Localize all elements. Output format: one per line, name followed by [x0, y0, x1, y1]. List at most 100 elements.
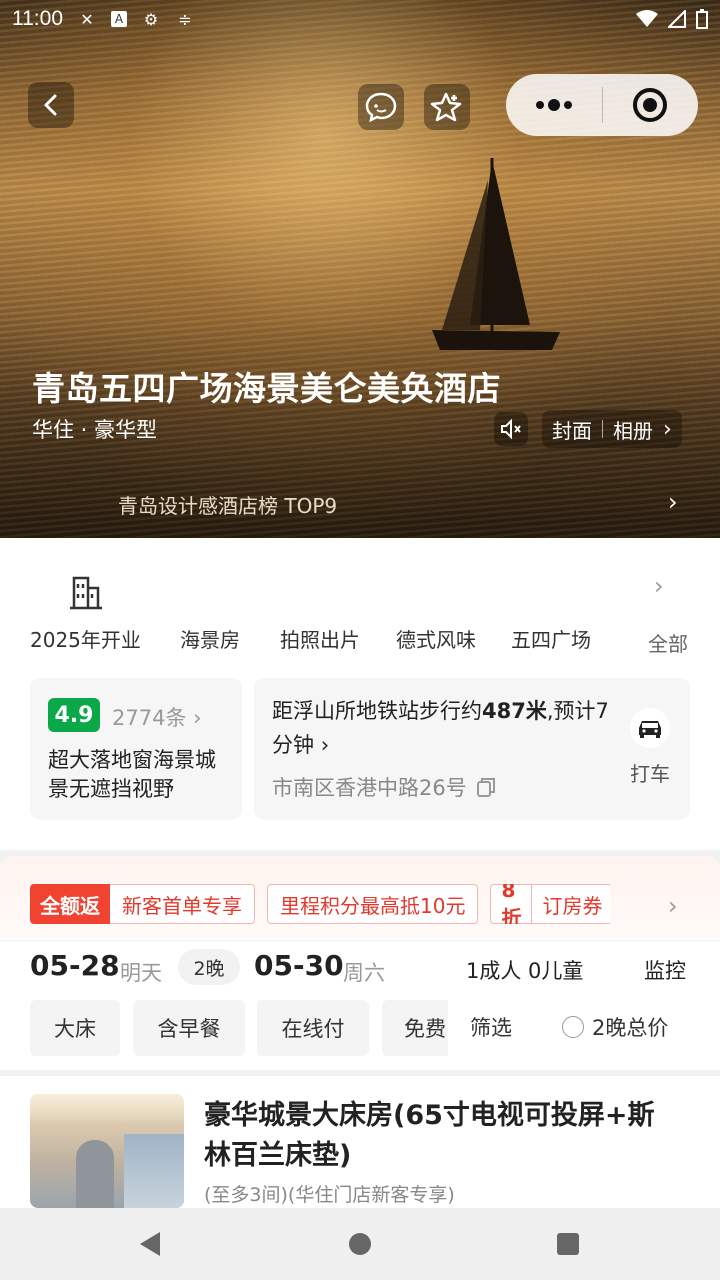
facility-tags: 2025年开业 海景房 拍照出片 德式风味 五四广场 全部 — [0, 624, 720, 657]
room-item[interactable]: 豪华城景大床房(65寸电视可投屏+斯林百兰床垫) (至多3间)(华住门店新客专享… — [0, 1076, 720, 1208]
status-bar: 11:00 ✕ A ⚙ ≑ — [0, 0, 720, 38]
chevron-right-icon[interactable]: › — [668, 892, 678, 920]
hotel-name: 青岛五四广场海景美仑美奂酒店 — [32, 369, 501, 408]
full-return-label: 全额返 — [30, 884, 110, 924]
filter-chip[interactable]: 含早餐 — [133, 1000, 245, 1056]
cover-tab[interactable]: 封面 — [552, 415, 592, 444]
discount-promo[interactable]: 8折 订房券 — [490, 884, 611, 924]
room-filters: 大床 含早餐 在线付 免费 筛选 2晚总价 — [0, 1000, 720, 1060]
font-icon: A — [111, 11, 127, 27]
media-tabs: 封面 相册 › — [542, 410, 682, 448]
media-controls: 封面 相册 › — [494, 410, 682, 448]
nav-recents-icon[interactable] — [557, 1233, 579, 1255]
checkout-date[interactable]: 05-30 — [254, 949, 344, 982]
filter-chip[interactable]: 在线付 — [257, 1000, 369, 1056]
signal-icon — [668, 10, 686, 28]
facility-tag[interactable]: 2025年开业 — [30, 624, 141, 653]
taxi-button[interactable]: 打车 — [624, 708, 676, 787]
mini-program-capsule — [506, 74, 698, 136]
hotel-brand-type: 华住 · 豪华型 — [32, 418, 158, 442]
rating-score: 4.9 — [48, 698, 100, 732]
hotel-info-card: › 2025年开业 海景房 拍照出片 德式风味 五四广场 全部 4.9 2774… — [0, 538, 720, 850]
full-return-text: 新客首单专享 — [110, 884, 255, 924]
checkout-day: 周六 — [343, 961, 385, 985]
chevron-right-icon: › — [668, 488, 678, 516]
checkin-date[interactable]: 05-28 — [30, 949, 120, 982]
full-return-promo[interactable]: 全额返 新客首单专享 — [30, 884, 255, 924]
bug-icon: ✕ — [80, 9, 94, 29]
status-time: 11:00 — [12, 7, 63, 30]
room-title: 豪华城景大床房(65寸电视可投屏+斯林百兰床垫) — [204, 1100, 655, 1171]
facility-tag[interactable]: 德式风味 — [396, 624, 476, 653]
facility-tag[interactable]: 海景房 — [180, 624, 240, 653]
booking-panel: 全额返 新客首单专享 里程积分最高抵10元 8折 订房券 › 05-28 明天 … — [0, 856, 720, 1070]
nav-home-icon[interactable] — [349, 1233, 371, 1255]
address-text: 市南区香港中路26号 — [272, 776, 467, 800]
chat-icon — [365, 92, 397, 123]
taxi-label: 打车 — [630, 762, 670, 786]
price-monitor-button[interactable]: 监控 — [644, 955, 686, 985]
back-button[interactable] — [28, 82, 74, 128]
chevron-right-icon[interactable]: › — [654, 572, 664, 600]
review-count: 2774条 › — [112, 702, 202, 732]
facility-all[interactable]: 全部 — [648, 628, 688, 657]
copy-icon[interactable] — [475, 776, 497, 798]
checkin-day: 明天 — [120, 961, 162, 985]
filter-chip[interactable]: 大床 — [30, 1000, 120, 1056]
metro-distance: 距浮山所地铁站步行约487米,预计7分钟 › — [272, 694, 610, 762]
total-price-label: 2晚总价 — [592, 1016, 669, 1040]
points-promo[interactable]: 里程积分最高抵10元 — [267, 884, 479, 924]
chevron-right-icon: › — [193, 706, 202, 730]
promo-tags[interactable]: 全额返 新客首单专享 里程积分最高抵10元 8折 订房券 — [30, 884, 611, 924]
radio-icon — [562, 1016, 584, 1038]
room-photo-window — [124, 1134, 184, 1208]
distance-value: 487米 — [482, 699, 547, 723]
chevron-right-icon: › — [320, 733, 330, 757]
media-tab-divider — [602, 420, 603, 438]
room-photo[interactable] — [30, 1094, 184, 1208]
ranking-link[interactable]: 青岛设计感酒店榜 TOP9 — [118, 490, 337, 519]
guest-selector[interactable]: 1成人 0儿童 — [466, 955, 583, 985]
room-photo-light — [30, 1094, 184, 1124]
nav-back-icon[interactable] — [138, 1230, 162, 1258]
total-price-toggle[interactable]: 2晚总价 — [562, 1012, 668, 1042]
battery-icon — [696, 9, 708, 29]
system-nav-bar — [0, 1208, 720, 1280]
date-selector[interactable]: 05-28 明天 2晚 05-30 周六 1成人 0儿童 监控 — [0, 940, 720, 996]
target-close-icon — [633, 88, 668, 122]
speaker-muted-icon — [501, 418, 521, 440]
star-add-icon — [430, 92, 462, 122]
favorite-button[interactable] — [424, 84, 470, 130]
chat-button[interactable] — [358, 84, 404, 130]
room-photo-wall — [76, 1140, 114, 1208]
filter-button[interactable]: 筛选 — [470, 1012, 512, 1042]
review-count-text: 2774条 — [112, 706, 187, 730]
album-tab[interactable]: 相册 — [613, 415, 653, 444]
discount-text: 订房券 — [532, 884, 611, 924]
taxi-icon-wrap — [630, 708, 670, 748]
data-saver-icon: ≑ — [178, 9, 192, 29]
rating-highlight: 超大落地窗海景城景无遮挡视野 — [48, 748, 216, 801]
chevron-right-icon: › — [663, 416, 672, 442]
nights-badge: 2晚 — [178, 949, 240, 985]
car-icon — [639, 721, 661, 738]
more-dots-icon — [535, 99, 572, 111]
hero-banner[interactable]: 11:00 ✕ A ⚙ ≑ 青岛五四广场海景美仑美奂酒店 华住 · 豪华型 封面… — [0, 0, 720, 540]
wifi-icon — [636, 10, 658, 27]
discount-label: 8折 — [490, 884, 533, 924]
rating-card[interactable]: 4.9 2774条 › 超大落地窗海景城景无遮挡视野 — [30, 678, 242, 820]
hotel-address: 市南区香港中路26号 — [272, 772, 497, 802]
sailboat-image — [432, 158, 560, 350]
facility-tag[interactable]: 拍照出片 — [280, 624, 360, 653]
facility-tags-row[interactable]: › 2025年开业 海景房 拍照出片 德式风味 五四广场 全部 — [0, 538, 720, 668]
distance-prefix: 距浮山所地铁站步行约 — [272, 699, 482, 723]
chevron-left-icon — [44, 94, 57, 116]
facility-tag[interactable]: 五四广场 — [511, 624, 591, 653]
more-button[interactable] — [506, 74, 602, 136]
room-note: (至多3间)(华住门店新客专享) — [204, 1184, 455, 1206]
building-icon — [70, 576, 102, 610]
settings-icon: ⚙ — [143, 9, 159, 29]
close-mini-program-button[interactable] — [603, 74, 699, 136]
location-card[interactable]: 距浮山所地铁站步行约487米,预计7分钟 › 市南区香港中路26号 打车 — [254, 678, 690, 820]
mute-button[interactable] — [494, 412, 528, 446]
